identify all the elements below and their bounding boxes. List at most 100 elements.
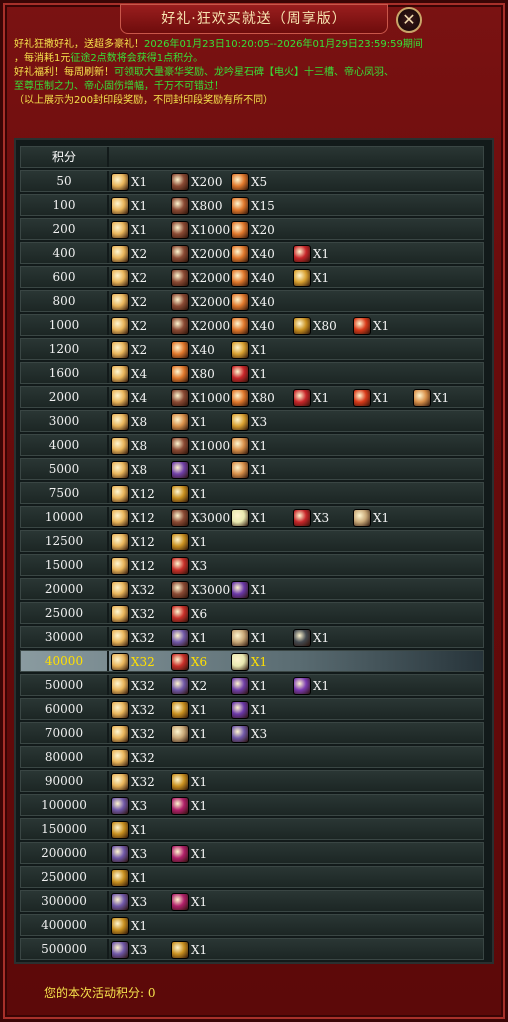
orb-icon bbox=[353, 389, 371, 407]
ore-icon bbox=[171, 293, 189, 311]
reward-quantity: X20 bbox=[251, 223, 275, 237]
reward-quantity: X32 bbox=[131, 775, 155, 789]
feather-icon bbox=[171, 341, 189, 359]
reward-quantity: X2 bbox=[191, 679, 208, 693]
ore-icon bbox=[171, 221, 189, 239]
row-points: 15000 bbox=[21, 555, 109, 575]
reward-quantity: X1 bbox=[313, 679, 330, 693]
row-points: 25000 bbox=[21, 603, 109, 623]
table-row: 70000 X32 X1 X3 bbox=[20, 722, 484, 744]
row-points: 100000 bbox=[21, 795, 109, 815]
reward-quantity: X1 bbox=[131, 823, 148, 837]
reward-quantity: X15 bbox=[251, 199, 275, 213]
reward-quantity: X8 bbox=[131, 439, 148, 453]
reward-quantity: X1 bbox=[251, 463, 268, 477]
reward-quantity: X1 bbox=[251, 439, 268, 453]
dialog-title: 好礼·狂欢买就送（周享版） bbox=[120, 4, 388, 34]
points-column-header: 积分 bbox=[21, 147, 109, 167]
table-row: 50000 X32 X2 X1 X1 bbox=[20, 674, 484, 696]
reward-quantity: X3 bbox=[251, 727, 268, 741]
scroll-icon bbox=[171, 677, 189, 695]
row-points: 250000 bbox=[21, 867, 109, 887]
table-row: 80000 X32 bbox=[20, 746, 484, 768]
ore-icon bbox=[171, 197, 189, 215]
reward-quantity: X40 bbox=[251, 271, 275, 285]
row-points: 90000 bbox=[21, 771, 109, 791]
box-icon bbox=[111, 773, 129, 791]
reward-quantity: X2000 bbox=[191, 295, 231, 309]
box-icon bbox=[111, 341, 129, 359]
reward-quantity: X2000 bbox=[191, 247, 231, 261]
row-points: 40000 bbox=[21, 651, 109, 671]
reward-quantity: X32 bbox=[131, 631, 155, 645]
reward-quantity: X1 bbox=[191, 775, 208, 789]
feather-icon bbox=[231, 389, 249, 407]
table-row: 200000 X3 X1 bbox=[20, 842, 484, 864]
table-row: 100000 X3 X1 bbox=[20, 794, 484, 816]
reward-quantity: X4 bbox=[131, 391, 148, 405]
reward-quantity: X3 bbox=[313, 511, 330, 525]
box-icon bbox=[111, 389, 129, 407]
reward-quantity: X32 bbox=[131, 607, 155, 621]
scroll-icon bbox=[171, 629, 189, 647]
ore-icon bbox=[171, 245, 189, 263]
event-notice: 好礼狂撒好礼，送超多豪礼！2026年01月23日10:20:05--2026年0… bbox=[14, 38, 498, 108]
feather-icon bbox=[171, 365, 189, 383]
box-icon bbox=[111, 725, 129, 743]
coin-icon bbox=[171, 485, 189, 503]
table-row: 600 X2 X2000 X40 X1 bbox=[20, 266, 484, 288]
box-icon bbox=[111, 365, 129, 383]
table-row: 10000 X12 X3000 X1 X3 X1 bbox=[20, 506, 484, 528]
table-row: 800 X2 X2000 X40 bbox=[20, 290, 484, 312]
reward-quantity: X12 bbox=[131, 487, 155, 501]
coin-icon bbox=[111, 821, 129, 839]
scroll-icon bbox=[111, 797, 129, 815]
reward-quantity: X32 bbox=[131, 679, 155, 693]
box-icon bbox=[111, 269, 129, 287]
row-points: 30000 bbox=[21, 627, 109, 647]
row-points: 50 bbox=[21, 171, 109, 191]
reward-quantity: X32 bbox=[131, 703, 155, 717]
flower-icon bbox=[231, 461, 249, 479]
close-button[interactable]: ✕ bbox=[396, 7, 422, 33]
purpleore-icon bbox=[231, 581, 249, 599]
reward-quantity: X1 bbox=[191, 487, 208, 501]
box-icon bbox=[111, 653, 129, 671]
reward-quantity: X2000 bbox=[191, 319, 231, 333]
purpleore-icon bbox=[231, 701, 249, 719]
row-points: 4000 bbox=[21, 435, 109, 455]
flower-icon bbox=[171, 413, 189, 431]
reward-quantity: X3 bbox=[251, 415, 268, 429]
reward-quantity: X2 bbox=[131, 343, 148, 357]
reward-quantity: X6 bbox=[191, 607, 208, 621]
notice-period: 2026年01月23日10:20:05--2026年01月29日23:59:59… bbox=[144, 39, 423, 50]
feather-icon bbox=[231, 269, 249, 287]
table-row: 15000 X12 X3 bbox=[20, 554, 484, 576]
row-points: 200000 bbox=[21, 843, 109, 863]
row-points: 70000 bbox=[21, 723, 109, 743]
coin-icon bbox=[171, 941, 189, 959]
row-points: 5000 bbox=[21, 459, 109, 479]
helmet-icon bbox=[293, 629, 311, 647]
table-row: 40000 X32 X6 X1 bbox=[20, 650, 484, 672]
table-row: 300000 X3 X1 bbox=[20, 890, 484, 912]
row-points: 400 bbox=[21, 243, 109, 263]
reward-quantity: X3000 bbox=[191, 511, 231, 525]
table-row: 12500 X12 X1 bbox=[20, 530, 484, 552]
reward-quantity: X32 bbox=[131, 751, 155, 765]
table-row: 250000 X1 bbox=[20, 866, 484, 888]
reward-quantity: X1 bbox=[313, 631, 330, 645]
row-points: 3000 bbox=[21, 411, 109, 431]
scroll-icon bbox=[111, 845, 129, 863]
reward-quantity: X2 bbox=[131, 247, 148, 261]
row-points: 400000 bbox=[21, 915, 109, 935]
reward-quantity: X1 bbox=[313, 391, 330, 405]
reward-quantity: X1 bbox=[191, 703, 208, 717]
table-row: 30000 X32 X1 X1 X1 bbox=[20, 626, 484, 648]
reward-quantity: X1 bbox=[251, 679, 268, 693]
ore-icon bbox=[171, 317, 189, 335]
feather-icon bbox=[231, 293, 249, 311]
scroll-icon bbox=[231, 725, 249, 743]
orb-icon bbox=[353, 317, 371, 335]
flower-icon bbox=[413, 389, 431, 407]
